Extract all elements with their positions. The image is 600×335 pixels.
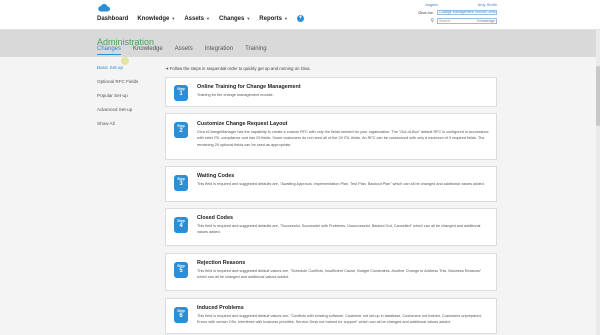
search-icon[interactable]: ⚲: [430, 18, 434, 24]
step-card[interactable]: Step 6 Induced Problems This field is req…: [165, 298, 497, 334]
service-desk-select[interactable]: Change Management Service Desk: [437, 10, 497, 15]
admin-tabs: Changes Knowledge Assets Integration Tra…: [97, 46, 267, 55]
tab-changes[interactable]: Changes: [97, 46, 122, 55]
scrollbar-thumb[interactable]: [596, 66, 600, 126]
step-card[interactable]: Step 5 Rejection Reasons This field is re…: [165, 253, 497, 291]
tab-knowledge[interactable]: Knowledge: [133, 46, 163, 55]
nav-knowledge[interactable]: Knowledge ▼: [137, 16, 175, 22]
step-title[interactable]: Rejection Reasons: [197, 260, 245, 266]
chevron-down-icon: ▼: [283, 16, 288, 21]
step-badge: Step 3: [174, 175, 188, 191]
search-placeholder: Search: [439, 19, 451, 23]
setup-sidebar: Basic Set-up Optional RFC Fields Popular…: [97, 64, 138, 134]
nav-dashboard[interactable]: Dashboard: [97, 16, 128, 22]
step-title[interactable]: Waiting Codes: [197, 173, 234, 179]
step-card[interactable]: Step 3 Waiting Codes This field is requir…: [165, 166, 497, 202]
step-badge: Step 6: [174, 307, 188, 323]
sidebar-item-popular-setup[interactable]: Popular Set-up: [97, 92, 138, 106]
chevron-down-icon: ▼: [171, 16, 176, 21]
user-link-left[interactable]: Angela: [425, 2, 437, 7]
nav-assets[interactable]: Assets ▼: [184, 16, 210, 22]
step-title[interactable]: Closed Codes: [197, 215, 233, 221]
search-scope-select[interactable]: Knowledge: [477, 19, 495, 23]
sidebar-item-optional-rfc-fields[interactable]: Optional RFC Fields: [97, 78, 138, 92]
step-description: Training for the change management modul…: [197, 93, 274, 97]
sidebar-item-show-all[interactable]: Show All: [97, 120, 138, 134]
step-card[interactable]: Step 1 Online Training for Change Managem…: [165, 77, 497, 107]
sidebar-item-basic-setup[interactable]: Basic Set-up: [97, 64, 138, 78]
step-description: Giva eChangeManager has the capability t…: [197, 130, 489, 147]
step-description: This field is required and suggested def…: [197, 224, 481, 235]
search-row: ⚲ Search Knowledge: [430, 18, 497, 24]
sidebar-item-advanced-setup[interactable]: Advanced Set-up: [97, 106, 138, 120]
top-header: Dashboard Knowledge ▼ Assets ▼ Changes ▼ Re…: [0, 0, 600, 30]
step-card[interactable]: Step 2 Customize Change Request Layout Gi…: [165, 113, 497, 160]
tab-assets[interactable]: Assets: [175, 46, 193, 55]
step-badge: Step 5: [174, 262, 188, 278]
chevron-down-icon: ▼: [246, 16, 251, 21]
add-new-icon[interactable]: +: [296, 15, 304, 22]
nav-changes[interactable]: Changes ▼: [219, 16, 250, 22]
admin-band: [0, 30, 600, 57]
step-title[interactable]: Online Training for Change Management: [197, 84, 301, 90]
step-title[interactable]: Customize Change Request Layout: [197, 121, 287, 127]
chevron-down-icon: ▼: [206, 16, 210, 21]
step-badge: Step 4: [174, 217, 188, 233]
tab-integration[interactable]: Integration: [205, 46, 233, 55]
search-input[interactable]: Search Knowledge: [437, 18, 497, 24]
giva-cloud-logo[interactable]: [98, 3, 110, 12]
intro-text: ➜ Follow the steps in sequential order t…: [165, 66, 311, 71]
company-label: Giva Inc.: [418, 10, 434, 15]
step-description: This field is required and suggested def…: [197, 182, 485, 186]
user-links: Angela Amy Smith: [425, 2, 497, 7]
step-description: This field is required and suggested def…: [197, 269, 482, 280]
step-title[interactable]: Induced Problems: [197, 305, 244, 311]
arrow-right-icon: ➜: [165, 66, 169, 71]
tab-training[interactable]: Training: [245, 46, 266, 55]
mouse-cursor-highlight: [121, 57, 129, 65]
step-description: This field is required and suggested def…: [197, 314, 482, 325]
nav-reports[interactable]: Reports ▼: [259, 16, 288, 22]
step-badge: Step 1: [174, 85, 188, 101]
service-desk-selector-row: Giva Inc. Change Management Service Desk: [418, 10, 497, 15]
step-card[interactable]: Step 4 Closed Codes This field is require…: [165, 208, 497, 246]
user-link-right[interactable]: Amy Smith: [478, 2, 497, 7]
page-scrollbar[interactable]: [596, 30, 600, 335]
step-badge: Step 2: [174, 122, 188, 138]
main-nav: Dashboard Knowledge ▼ Assets ▼ Changes ▼ Re…: [97, 15, 304, 22]
